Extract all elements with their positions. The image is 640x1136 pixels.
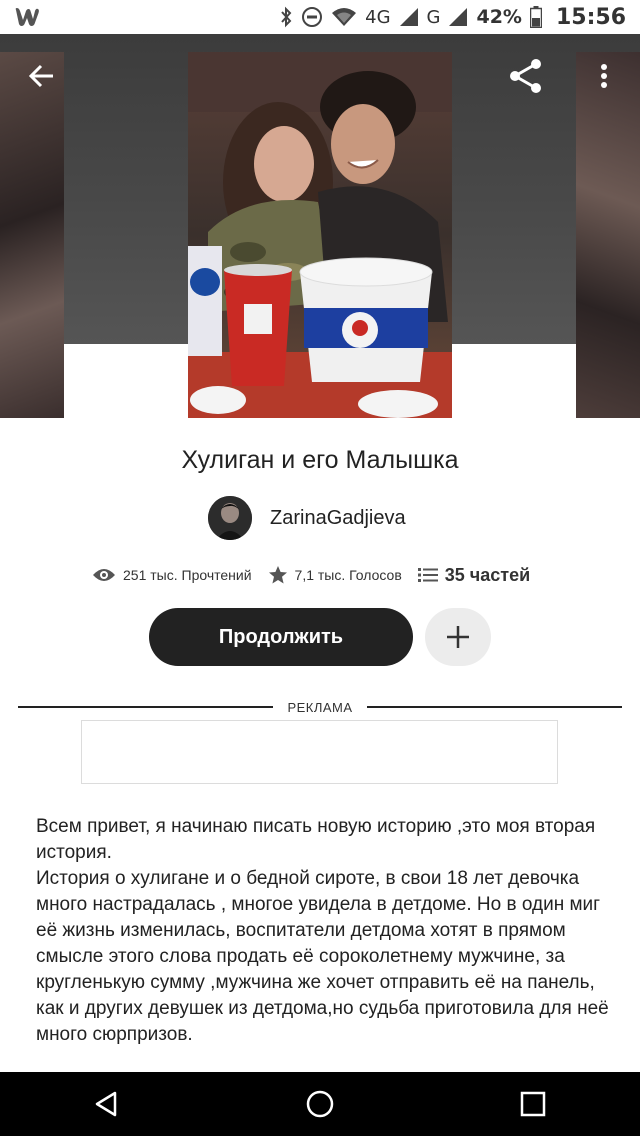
author-avatar[interactable] <box>208 496 252 540</box>
system-nav-bar <box>0 1072 640 1136</box>
add-to-library-button[interactable] <box>425 608 491 666</box>
signal-icon-2 <box>449 8 468 26</box>
continue-reading-button[interactable]: Продолжить <box>149 608 413 666</box>
circle-home-icon <box>306 1090 334 1118</box>
author-name[interactable]: ZarinaGadjieva <box>270 507 406 530</box>
cover-illustration <box>188 52 452 418</box>
clock: 15:56 <box>555 4 626 30</box>
battery-percent: 42% <box>476 6 522 28</box>
reads-count: 251 тыс. Прочтений <box>123 567 252 583</box>
nav-recents-button[interactable] <box>503 1074 563 1134</box>
more-vertical-icon <box>601 64 607 88</box>
list-icon <box>417 568 438 582</box>
nav-back-button[interactable] <box>77 1074 137 1134</box>
author-row[interactable]: ZarinaGadjieva <box>208 496 406 540</box>
reads-stat: 251 тыс. Прочтений <box>92 567 252 583</box>
battery-icon <box>529 6 542 28</box>
arrow-left-icon <box>28 64 53 88</box>
ad-label: РЕКЛАМА <box>287 699 353 715</box>
network-4g-label: 4G <box>365 6 391 28</box>
do-not-disturb-icon <box>302 7 323 27</box>
triangle-back-icon <box>95 1091 116 1117</box>
signal-icon-1 <box>399 8 418 26</box>
parts-stat[interactable]: 35 частей <box>417 565 530 586</box>
wattpad-logo-icon <box>15 8 39 26</box>
ad-divider: РЕКЛАМА <box>18 698 622 716</box>
bluetooth-icon <box>281 6 292 28</box>
story-description: Всем привет, я начинаю писать новую исто… <box>36 816 609 1045</box>
story-title: Хулиган и его Малышка <box>181 446 459 474</box>
avatar-image <box>208 496 252 540</box>
network-g-label: G <box>426 6 441 28</box>
story-stats: 251 тыс. Прочтений 7,1 тыс. Голосов 35 ч… <box>92 560 546 590</box>
share-icon <box>510 59 541 93</box>
eye-icon <box>93 569 115 581</box>
previous-story-cover[interactable] <box>0 52 64 418</box>
votes-stat: 7,1 тыс. Голосов <box>268 565 402 585</box>
status-bar: 4G G 42% 15:56 <box>0 0 640 34</box>
votes-count: 7,1 тыс. Голосов <box>294 567 402 583</box>
ad-divider-line-left <box>18 706 274 708</box>
parts-count[interactable]: 35 частей <box>445 565 530 586</box>
ad-divider-line-right <box>366 706 622 708</box>
square-recents-icon <box>521 1091 546 1117</box>
story-cover-image <box>188 52 452 418</box>
star-icon <box>268 566 287 584</box>
wifi-icon <box>332 8 357 26</box>
status-left <box>14 7 40 27</box>
plus-icon <box>447 626 469 648</box>
back-button[interactable] <box>22 56 62 96</box>
status-right: 4G G 42% 15:56 <box>279 5 626 30</box>
next-story-cover[interactable] <box>576 52 640 418</box>
story-header <box>0 34 640 419</box>
more-options-button[interactable] <box>584 56 624 96</box>
nav-home-button[interactable] <box>290 1074 350 1134</box>
ad-banner[interactable] <box>81 720 558 784</box>
share-button[interactable] <box>506 56 546 96</box>
